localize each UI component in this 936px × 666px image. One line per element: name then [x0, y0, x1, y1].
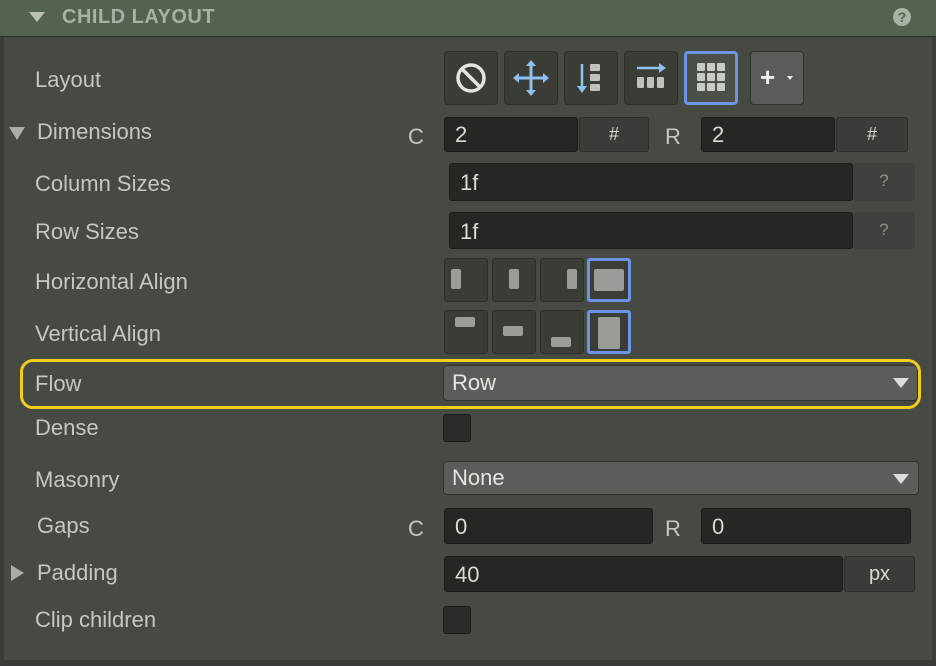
- valign-middle-button[interactable]: [492, 310, 536, 354]
- gaps-c-label: C: [408, 516, 424, 541]
- column-sizes-value: 1f: [460, 170, 479, 195]
- valign-stretch-button[interactable]: [587, 310, 631, 354]
- clip-children-checkbox[interactable]: [443, 606, 471, 634]
- align-stretch-icon: [594, 269, 624, 291]
- dense-checkbox[interactable]: [443, 414, 471, 442]
- help-icon[interactable]: ?: [893, 8, 911, 26]
- layout-label: Layout: [35, 67, 102, 92]
- gaps-column-input[interactable]: 0: [444, 508, 653, 544]
- expand-padding-icon[interactable]: [11, 565, 24, 581]
- halign-center-button[interactable]: [492, 258, 536, 302]
- halign-left-button[interactable]: [444, 258, 488, 302]
- panel-frame-bottom: [0, 660, 936, 666]
- padding-label: Padding: [37, 560, 118, 585]
- halign-stretch-button[interactable]: [587, 258, 631, 302]
- dimensions-columns-input[interactable]: 2: [444, 117, 578, 152]
- dimensions-rows-unit[interactable]: #: [836, 117, 908, 152]
- row-sizes-input[interactable]: 1f: [449, 212, 853, 249]
- stack-vertical-icon: [577, 64, 600, 93]
- vertical-align-label: Vertical Align: [35, 321, 161, 346]
- collapse-triangle-icon[interactable]: [29, 12, 45, 22]
- dimensions-rows-value: 2: [712, 122, 725, 147]
- dropdown-dot-icon: [787, 76, 793, 80]
- masonry-dropdown[interactable]: None: [443, 461, 919, 495]
- gaps-row-value: 0: [712, 514, 725, 539]
- layout-stack-horizontal-button[interactable]: [624, 51, 678, 105]
- none-icon: [456, 63, 486, 93]
- gaps-row-input[interactable]: 0: [701, 508, 911, 544]
- valign-bottom-button[interactable]: [540, 310, 584, 354]
- align-bottom-icon: [551, 337, 571, 347]
- gaps-r-label: R: [665, 516, 681, 541]
- padding-unit[interactable]: px: [844, 556, 915, 592]
- dimensions-columns-value: 2: [455, 122, 468, 147]
- align-left-icon: [451, 269, 461, 289]
- layout-none-button[interactable]: [444, 51, 498, 105]
- flow-dropdown[interactable]: Row: [443, 365, 918, 401]
- chevron-down-icon: [893, 474, 909, 484]
- flow-value: Row: [452, 370, 497, 395]
- layout-stack-vertical-button[interactable]: [564, 51, 618, 105]
- row-sizes-value: 1f: [460, 219, 479, 244]
- dimensions-r-label: R: [665, 124, 681, 149]
- dimensions-c-label: C: [408, 124, 424, 149]
- align-middle-icon: [503, 326, 523, 336]
- section-header[interactable]: CHILD LAYOUT ?: [0, 0, 936, 37]
- gaps-column-value: 0: [455, 514, 468, 539]
- stack-horizontal-icon: [637, 63, 666, 88]
- halign-right-button[interactable]: [540, 258, 584, 302]
- add-icon: +: [760, 62, 776, 92]
- column-sizes-help-icon[interactable]: ?: [853, 163, 915, 201]
- padding-input[interactable]: 40: [444, 556, 843, 592]
- expand-dimensions-icon[interactable]: [9, 127, 25, 140]
- clip-children-label: Clip children: [35, 607, 157, 632]
- column-sizes-label: Column Sizes: [35, 171, 171, 196]
- masonry-label: Masonry: [35, 467, 120, 492]
- gaps-label: Gaps: [37, 513, 90, 538]
- row-sizes-help-icon[interactable]: ?: [853, 212, 915, 249]
- padding-value: 40: [455, 562, 480, 587]
- masonry-value: None: [452, 465, 505, 490]
- horizontal-align-label: Horizontal Align: [35, 269, 188, 294]
- dimensions-label: Dimensions: [37, 119, 152, 144]
- valign-top-button[interactable]: [444, 310, 488, 354]
- grid-icon: [697, 63, 725, 91]
- align-center-icon: [509, 269, 519, 289]
- section-title: CHILD LAYOUT: [62, 6, 216, 28]
- dense-label: Dense: [35, 415, 99, 440]
- dimensions-columns-unit[interactable]: #: [579, 117, 649, 152]
- move-icon: [513, 60, 549, 96]
- layout-grid-button[interactable]: [684, 51, 738, 105]
- chevron-down-icon: [893, 378, 909, 388]
- align-right-icon: [567, 269, 577, 289]
- dimensions-rows-input[interactable]: 2: [701, 117, 835, 152]
- align-stretch-vertical-icon: [598, 317, 620, 349]
- flow-label: Flow: [35, 371, 82, 396]
- column-sizes-input[interactable]: 1f: [449, 163, 853, 201]
- align-top-icon: [455, 317, 475, 327]
- layout-absolute-button[interactable]: [504, 51, 558, 105]
- layout-add-button[interactable]: +: [750, 51, 804, 105]
- row-sizes-label: Row Sizes: [35, 219, 139, 244]
